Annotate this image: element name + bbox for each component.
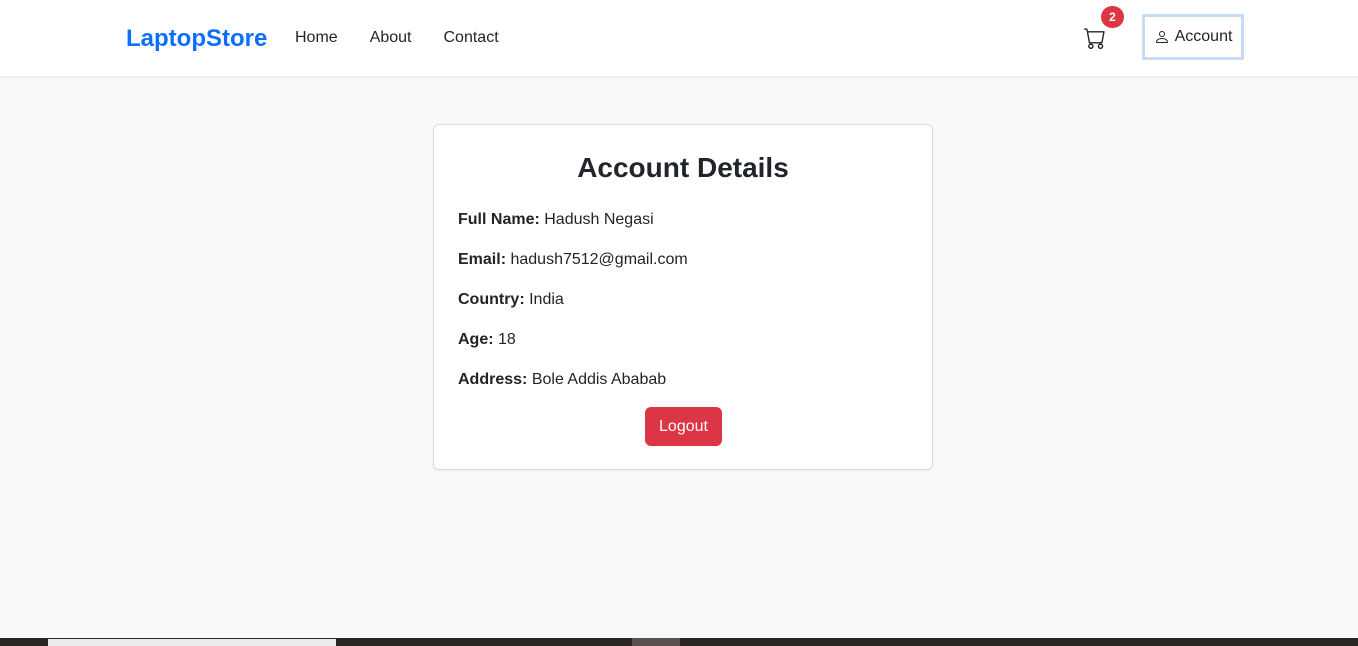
field-label: Address: (458, 371, 528, 388)
logout-button[interactable]: Logout (645, 407, 722, 446)
account-button-label: Account (1174, 28, 1233, 45)
account-button[interactable]: Account (1142, 14, 1244, 60)
taskbar-app-button[interactable] (632, 638, 680, 646)
field-age: Age: 18 (458, 329, 516, 351)
nav-link-contact[interactable]: Contact (444, 27, 499, 49)
os-taskbar (0, 638, 1358, 646)
taskbar-search-area[interactable] (48, 639, 336, 646)
field-label: Age: (458, 331, 494, 348)
field-value: India (529, 291, 564, 308)
person-icon (1155, 31, 1168, 43)
field-value: Hadush Negasi (544, 211, 654, 228)
field-label: Country: (458, 291, 525, 308)
field-label: Full Name: (458, 211, 540, 228)
account-details-title: Account Details (577, 152, 789, 183)
account-details-card: Account Details Full Name: Hadush Negasi… (433, 124, 933, 470)
nav-link-home[interactable]: Home (295, 27, 338, 49)
field-value: 18 (498, 331, 516, 348)
field-country: Country: India (458, 289, 564, 311)
field-label: Email: (458, 251, 507, 268)
cart-button[interactable] (1084, 27, 1108, 51)
nav-links: Home About Contact (295, 27, 531, 49)
field-full-name: Full Name: Hadush Negasi (458, 209, 654, 231)
field-value: Bole Addis Ababab (531, 371, 667, 388)
field-email: Email: hadush7512@gmail.com (458, 249, 688, 271)
nav-link-about[interactable]: About (370, 27, 412, 49)
field-address: Address: Bole Addis Ababab (458, 369, 666, 391)
top-navbar: LaptopStore Home About Contact 2 Account (0, 0, 1358, 76)
field-value: hadush7512@gmail.com (510, 251, 688, 268)
cart-icon (1084, 28, 1105, 49)
brand-logo-link[interactable]: LaptopStore (126, 24, 267, 54)
cart-count-badge: 2 (1101, 6, 1124, 28)
